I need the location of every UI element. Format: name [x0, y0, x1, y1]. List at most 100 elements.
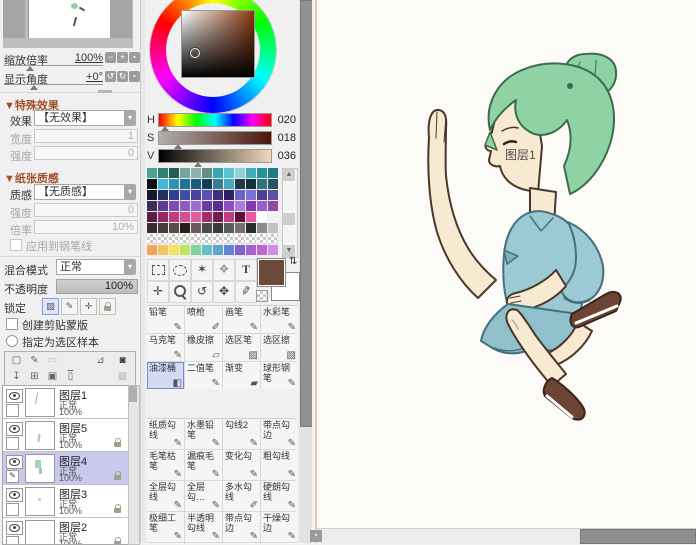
text-tool[interactable]: T — [235, 259, 257, 281]
rotate-view-tool[interactable]: ↺ — [191, 281, 213, 303]
zoom-reset-button[interactable]: ▪ — [129, 52, 140, 63]
zoom-tool[interactable] — [169, 281, 191, 303]
palette-scroll-up-button[interactable]: ▲ — [283, 169, 295, 181]
navigator-preview[interactable] — [3, 0, 133, 48]
brush-cell[interactable]: 水彩笔 ✎ — [261, 306, 298, 333]
color-swatch[interactable] — [180, 168, 190, 178]
layer-row[interactable]: 图层1 正常 100% — [3, 386, 129, 419]
color-swatch[interactable] — [235, 201, 245, 211]
duplicate-layer-button[interactable]: ▣ — [45, 370, 60, 384]
color-swatch[interactable] — [191, 179, 201, 189]
brush-cell[interactable]: 全层勾… ✎ — [185, 481, 222, 511]
color-swatch[interactable] — [191, 223, 201, 233]
color-swatch[interactable] — [169, 168, 179, 178]
color-swatch[interactable] — [268, 245, 278, 255]
brush-cell[interactable]: 纸质勾线 ✎ — [147, 419, 184, 449]
effect-width-field[interactable]: 1 — [34, 129, 138, 143]
palette-scrollbar-thumb[interactable] — [283, 213, 295, 225]
brush-cell[interactable]: 铅笔 ✎ — [147, 306, 184, 333]
color-swatch[interactable] — [169, 223, 179, 233]
brush-cell[interactable]: 油漆桶 ◧ — [147, 362, 184, 389]
color-swatch[interactable] — [268, 223, 278, 233]
transfer-down-button[interactable]: ↧ — [9, 370, 24, 384]
brush-cell[interactable]: 水墨铅笔 ✎ — [185, 419, 222, 449]
color-swatch[interactable] — [246, 168, 256, 178]
texture-strength-field[interactable]: 0 — [34, 203, 138, 217]
color-swatch[interactable] — [158, 168, 168, 178]
color-swatch[interactable] — [147, 245, 157, 255]
color-swatch[interactable] — [235, 190, 245, 200]
color-swatch[interactable] — [213, 212, 223, 222]
color-swatch[interactable] — [235, 179, 245, 189]
brush-cell[interactable]: 喷枪 ✐ — [185, 306, 222, 333]
selection-sample-radio[interactable] — [6, 335, 18, 347]
brush-cell[interactable]: 球形钢笔 ✎ — [261, 362, 298, 389]
clipping-mask-checkbox[interactable] — [6, 318, 18, 330]
brush-cell[interactable]: 变化勾 ✎ — [223, 450, 260, 480]
color-swatch[interactable] — [180, 190, 190, 200]
color-swatch[interactable] — [213, 168, 223, 178]
zoom-out-button[interactable]: − — [105, 52, 116, 63]
color-swatch[interactable] — [257, 212, 267, 222]
lock-move-button[interactable]: ✛ — [80, 298, 97, 315]
color-swatch[interactable] — [169, 179, 179, 189]
color-swatch[interactable] — [257, 245, 267, 255]
effect-strength-field[interactable]: 0 — [34, 146, 138, 160]
rect-select-tool[interactable] — [147, 259, 169, 281]
color-swatch[interactable] — [158, 234, 168, 244]
color-swatch[interactable] — [191, 190, 201, 200]
new-layer-button[interactable]: ▢ — [9, 354, 24, 368]
saturation-slider[interactable] — [158, 131, 272, 145]
color-swatch[interactable] — [268, 201, 278, 211]
color-swatch[interactable] — [246, 245, 256, 255]
color-swatch[interactable] — [213, 234, 223, 244]
clip-group-button[interactable]: ▩ — [115, 370, 130, 384]
color-swatch[interactable] — [169, 190, 179, 200]
color-swatch[interactable] — [224, 168, 234, 178]
color-swatch[interactable] — [147, 190, 157, 200]
layer-visibility-toggle[interactable] — [6, 389, 23, 403]
brush-cell[interactable]: 橡皮擦 ▱ — [185, 334, 222, 361]
color-swatch[interactable] — [158, 201, 168, 211]
layer-edit-checkbox[interactable] — [6, 404, 19, 417]
color-swatch[interactable] — [268, 179, 278, 189]
color-swatch[interactable] — [202, 201, 212, 211]
color-swatch[interactable] — [257, 201, 267, 211]
rotate-ccw-button[interactable]: ↺ — [105, 71, 116, 82]
transparent-color-button[interactable] — [256, 290, 268, 302]
color-swatch[interactable] — [158, 190, 168, 200]
brush-cell[interactable]: 全层勾线 ✎ — [147, 481, 184, 511]
color-swatch[interactable] — [202, 234, 212, 244]
color-swatch[interactable] — [202, 245, 212, 255]
brush-cell[interactable]: 画笔 ✎ — [223, 306, 260, 333]
brush-cell-empty[interactable] — [185, 543, 222, 544]
color-swatch[interactable] — [191, 245, 201, 255]
color-swatch[interactable] — [268, 234, 278, 244]
mask-button[interactable]: ◙ — [115, 354, 130, 368]
color-swatch[interactable] — [213, 179, 223, 189]
color-swatch[interactable] — [180, 179, 190, 189]
color-swatch[interactable] — [224, 190, 234, 200]
color-swatch[interactable] — [246, 223, 256, 233]
color-swatch[interactable] — [257, 190, 267, 200]
color-swatch[interactable] — [224, 234, 234, 244]
color-swatch[interactable] — [169, 234, 179, 244]
blend-mode-arrow[interactable]: ▾ — [124, 259, 136, 275]
color-swatch[interactable] — [147, 223, 157, 233]
drawing-canvas[interactable] — [317, 0, 696, 528]
color-swatch[interactable] — [224, 223, 234, 233]
color-swatch[interactable] — [213, 245, 223, 255]
color-swatch[interactable] — [180, 245, 190, 255]
color-swatch[interactable] — [268, 212, 278, 222]
color-swatch[interactable] — [158, 245, 168, 255]
layer-row[interactable]: 图层3 正常 100% — [3, 485, 129, 518]
lock-draw-button[interactable]: ✎ — [61, 298, 78, 315]
merge-down-button[interactable]: ⊞ — [27, 370, 42, 384]
layer-row[interactable]: ✎ 图层4 正常 100% — [3, 452, 129, 485]
color-swatch[interactable] — [246, 201, 256, 211]
color-swatch[interactable] — [180, 201, 190, 211]
color-swatch[interactable] — [180, 212, 190, 222]
layer-visibility-toggle[interactable] — [6, 455, 23, 469]
eyedropper-tool[interactable]: ✎ — [235, 281, 257, 303]
color-swatch[interactable] — [147, 168, 157, 178]
